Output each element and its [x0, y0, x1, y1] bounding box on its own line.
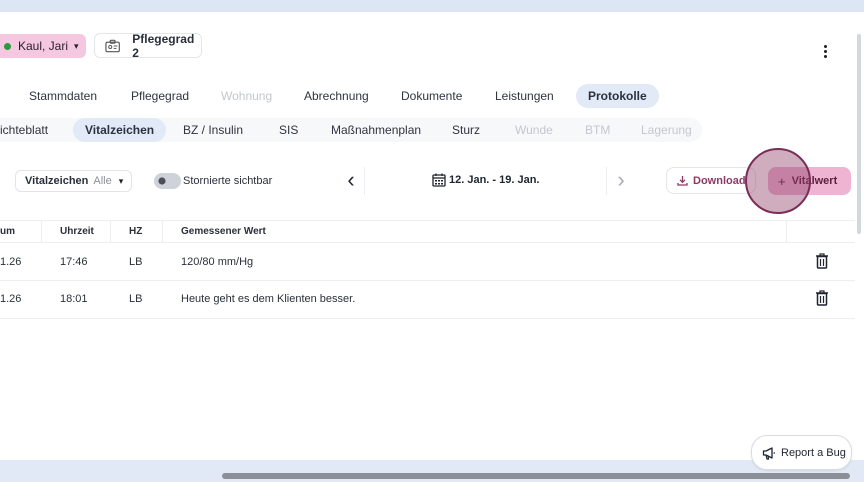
report-bug-button[interactable]: Report a Bug: [751, 435, 852, 470]
column-divider: [41, 220, 42, 243]
chevron-right-icon[interactable]: ›: [610, 169, 632, 192]
cell-date: 1.26: [0, 293, 22, 305]
column-datum[interactable]: um: [0, 226, 15, 237]
calendar-icon: [432, 173, 446, 187]
more-options-icon[interactable]: [816, 42, 834, 60]
divider: [606, 167, 607, 195]
care-level-label: Pflegegrad 2: [132, 31, 195, 60]
cell-value: Heute geht es dem Klienten besser.: [181, 293, 356, 305]
tab-pflegegrad[interactable]: Pflegegrad: [131, 84, 189, 108]
cell-hz: LB: [129, 293, 143, 305]
status-dot: [4, 42, 11, 50]
column-divider: [786, 220, 787, 243]
care-level-badge: Pflegegrad 2: [94, 31, 202, 60]
report-bug-label: Report a Bug: [781, 446, 846, 459]
trash-icon[interactable]: [815, 290, 829, 306]
megaphone-icon: [762, 446, 775, 460]
patient-name: Kaul, Jari: [18, 39, 69, 53]
subtab-lagerung: Lagerung: [641, 123, 692, 137]
patient-selector[interactable]: Kaul, Jari ▾: [0, 34, 86, 58]
storniert-toggle-label: Stornierte sichtbar: [183, 175, 273, 187]
cell-value: 120/80 mm/Hg: [181, 256, 254, 268]
column-hz[interactable]: HZ: [129, 226, 142, 237]
download-button[interactable]: Download: [666, 167, 756, 194]
top-strip: [0, 0, 864, 12]
date-range-picker[interactable]: 12. Jan. - 19. Jan.: [432, 173, 540, 187]
vitalzeichen-filter-select[interactable]: Vitalzeichen Alle ▾: [15, 170, 132, 192]
tab-stammdaten[interactable]: Stammdaten: [29, 84, 97, 108]
column-divider: [162, 220, 163, 243]
chevron-down-icon: ▾: [74, 40, 79, 51]
tab-protokolle[interactable]: Protokolle: [576, 84, 659, 108]
date-range-label: 12. Jan. - 19. Jan.: [449, 174, 540, 186]
subtab-massnahmenplan[interactable]: Maßnahmenplan: [331, 118, 421, 142]
cell-time: 17:46: [60, 256, 88, 268]
chevron-down-icon: ▾: [118, 175, 124, 186]
cell-hz: LB: [129, 256, 143, 268]
storniert-toggle[interactable]: [154, 173, 181, 189]
column-gemessener-wert[interactable]: Gemessener Wert: [181, 226, 266, 237]
cell-time: 18:01: [60, 293, 88, 305]
download-label: Download: [693, 174, 746, 187]
subtab-sturz[interactable]: Sturz: [452, 118, 480, 142]
sub-tabs: ichteblatt Vitalzeichen BZ / Insulin SIS…: [0, 118, 700, 142]
toggle-knob: [158, 177, 166, 185]
subtab-vitalzeichen[interactable]: Vitalzeichen: [73, 118, 167, 142]
subtab-wunde: Wunde: [515, 123, 553, 137]
tab-abrechnung[interactable]: Abrechnung: [304, 84, 369, 108]
column-divider: [110, 220, 111, 243]
filter-value: Alle: [93, 175, 112, 187]
subtab-sis[interactable]: SIS: [279, 118, 298, 142]
filter-label: Vitalzeichen: [25, 175, 89, 187]
download-icon: [677, 176, 688, 186]
column-uhrzeit[interactable]: Uhrzeit: [60, 226, 94, 237]
tab-wohnung: Wohnung: [221, 89, 273, 103]
horizontal-scrollbar-thumb[interactable]: [222, 473, 850, 479]
subtab-bz-insulin[interactable]: BZ / Insulin: [183, 118, 243, 142]
subtab-btm: BTM: [585, 123, 611, 137]
click-indicator: [745, 148, 811, 214]
subtab-berichteblatt[interactable]: ichteblatt: [0, 118, 48, 142]
tab-dokumente[interactable]: Dokumente: [401, 84, 462, 108]
trash-icon[interactable]: [815, 253, 829, 269]
cell-date: 1.26: [0, 256, 22, 268]
divider: [364, 167, 365, 195]
chevron-left-icon[interactable]: ‹: [340, 169, 362, 192]
id-card-icon: [105, 39, 120, 52]
vertical-scrollbar-thumb[interactable]: [857, 34, 861, 234]
tab-leistungen[interactable]: Leistungen: [495, 84, 554, 108]
